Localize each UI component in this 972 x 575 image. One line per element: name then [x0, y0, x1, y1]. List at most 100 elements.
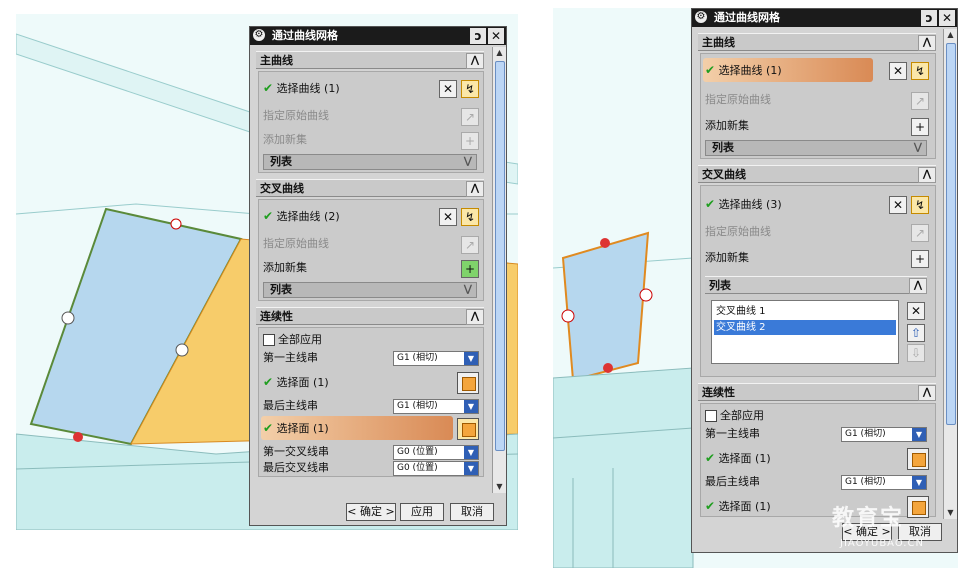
close-icon[interactable]: ✕	[939, 10, 955, 26]
last-cross-select[interactable]: G0 (位置) ▼	[393, 461, 479, 476]
dialog-scrollbar[interactable]: ▲ ▼	[943, 29, 957, 519]
apply-button[interactable]: 应用	[400, 503, 444, 521]
section-primary-curves[interactable]: 主曲线 ⋀	[256, 51, 484, 69]
primary-origin-row: 指定原始曲线	[705, 93, 771, 106]
scroll-up-icon[interactable]: ▲	[944, 29, 957, 41]
face-select-icon[interactable]	[457, 372, 479, 394]
remove-icon[interactable]: ✕	[907, 302, 925, 320]
deselect-icon[interactable]: ✕	[889, 62, 907, 80]
ok-button[interactable]: < 确定 >	[346, 503, 396, 521]
chevron-up-icon[interactable]: ⋀	[466, 53, 484, 69]
scroll-up-icon[interactable]: ▲	[493, 47, 506, 59]
reset-icon[interactable]: ↄ	[921, 10, 937, 26]
origin-curve-icon: ↗	[911, 92, 929, 110]
chevron-up-icon[interactable]: ⋀	[918, 385, 936, 401]
section-continuity[interactable]: 连续性 ⋀	[698, 383, 936, 401]
cross-select-label: 选择曲线 (2)	[276, 210, 340, 223]
list-item[interactable]: 交叉曲线 1	[714, 304, 896, 319]
add-set-icon[interactable]: +	[911, 118, 929, 136]
face-select-icon[interactable]	[907, 496, 929, 518]
gear-icon[interactable]: ⚙	[695, 11, 707, 23]
add-set-icon[interactable]: +	[911, 250, 929, 268]
primary-list-toggle[interactable]: 列表 ⋁	[263, 154, 477, 170]
move-up-icon[interactable]: ⇧	[907, 324, 925, 342]
scroll-down-icon[interactable]: ▼	[944, 507, 957, 519]
apply-all-checkbox[interactable]	[263, 334, 275, 346]
check-icon: ✔	[705, 499, 716, 513]
section-cross-curves[interactable]: 交叉曲线 ⋀	[698, 165, 936, 183]
apply-all-row[interactable]: 全部应用	[263, 330, 322, 350]
close-icon[interactable]: ✕	[488, 28, 504, 44]
deselect-icon[interactable]: ✕	[889, 196, 907, 214]
list-subheader[interactable]: 列表 ⋀	[705, 276, 927, 294]
list-label: 列表	[270, 155, 292, 168]
cross-select-row[interactable]: ✔ 选择曲线 (3)	[705, 194, 782, 214]
watermark-url: JIAOYUBAO.CN	[840, 538, 924, 549]
scroll-down-icon[interactable]: ▼	[493, 481, 506, 493]
apply-all-row[interactable]: 全部应用	[705, 406, 764, 426]
list-item[interactable]: 交叉曲线 2	[714, 320, 896, 335]
last-primary-select[interactable]: G1 (相切) ▼	[841, 475, 927, 490]
face-select-icon[interactable]	[457, 418, 479, 440]
dialog-scrollbar[interactable]: ▲ ▼	[492, 47, 506, 493]
primary-select-row[interactable]: ✔ 选择曲线 (1)	[705, 60, 782, 80]
chevron-down-icon[interactable]: ▼	[912, 428, 926, 441]
add-set-icon[interactable]: +	[461, 260, 479, 278]
select-face2-row[interactable]: ✔ 选择面 (1)	[705, 496, 771, 516]
chevron-down-icon[interactable]: ▼	[464, 400, 478, 413]
primary-list-toggle[interactable]: 列表 ⋁	[705, 140, 927, 156]
chevron-up-icon[interactable]: ⋀	[466, 181, 484, 197]
deselect-icon[interactable]: ✕	[439, 80, 457, 98]
deselect-icon[interactable]: ✕	[439, 208, 457, 226]
curve-select-icon[interactable]: ↯	[461, 208, 479, 226]
chevron-down-icon[interactable]: ▼	[912, 476, 926, 489]
cross-curve-list[interactable]: 交叉曲线 1 交叉曲线 2	[711, 300, 899, 364]
cross-list-toggle[interactable]: 列表 ⋁	[263, 282, 477, 298]
check-icon: ✔	[263, 375, 274, 389]
left-dialog: ⚙ 通过曲线网格 ↄ ✕ ▲ ▼ 主曲线 ⋀ ✔ 选择曲线 (1) ✕ ↯ 指定…	[249, 26, 507, 526]
section-title: 连续性	[702, 386, 735, 399]
last-primary-select[interactable]: G1 (相切) ▼	[393, 399, 479, 414]
select-face1-row[interactable]: ✔ 选择面 (1)	[705, 448, 771, 468]
curve-select-icon[interactable]: ↯	[911, 196, 929, 214]
combo-value: G0 (位置)	[397, 463, 438, 473]
scroll-thumb[interactable]	[495, 61, 505, 451]
last-cross-label: 最后交叉线串	[263, 461, 329, 474]
apply-all-checkbox[interactable]	[705, 410, 717, 422]
cross-origin-row: 指定原始曲线	[705, 225, 771, 238]
first-primary-label: 第一主线串	[263, 351, 318, 364]
dialog-title: 通过曲线网格	[272, 29, 338, 42]
gear-icon[interactable]: ⚙	[253, 29, 265, 41]
blue-surface[interactable]	[561, 231, 650, 382]
section-cross-curves[interactable]: 交叉曲线 ⋀	[256, 179, 484, 197]
cross-select-row[interactable]: ✔ 选择曲线 (2)	[263, 206, 340, 226]
primary-select-row[interactable]: ✔ 选择曲线 (1)	[263, 78, 340, 98]
chevron-up-icon[interactable]: ⋀	[909, 278, 927, 294]
chevron-up-icon[interactable]: ⋀	[918, 167, 936, 183]
primary-add-row: 添加新集	[705, 119, 749, 132]
scroll-thumb[interactable]	[946, 43, 956, 425]
first-cross-select[interactable]: G0 (位置) ▼	[393, 445, 479, 460]
section-primary-curves[interactable]: 主曲线 ⋀	[698, 33, 936, 51]
section-continuity[interactable]: 连续性 ⋀	[256, 307, 484, 325]
first-primary-select[interactable]: G1 (相切) ▼	[393, 351, 479, 366]
chevron-down-icon[interactable]: ▼	[464, 446, 478, 459]
face-select-icon[interactable]	[907, 448, 929, 470]
chevron-up-icon[interactable]: ⋀	[918, 35, 936, 51]
select-face1-row[interactable]: ✔ 选择面 (1)	[263, 372, 329, 392]
first-primary-select[interactable]: G1 (相切) ▼	[841, 427, 927, 442]
curve-select-icon[interactable]: ↯	[911, 62, 929, 80]
right-screenshot: ⚙ ⚙ 通过曲线网格 ↄ ✕ ▲ ▼ 主曲线 ⋀ ✔ 选择曲线 (1) ✕ ↯ …	[553, 8, 958, 568]
primary-add-row: 添加新集	[263, 133, 307, 146]
cancel-button[interactable]: 取消	[450, 503, 494, 521]
check-icon: ✔	[263, 209, 274, 223]
chevron-up-icon[interactable]: ⋀	[466, 309, 484, 325]
section-title: 主曲线	[260, 54, 293, 67]
select-face2-row[interactable]: ✔ 选择面 (1)	[263, 418, 329, 438]
select-face1-label: 选择面 (1)	[718, 452, 771, 465]
chevron-down-icon[interactable]: ▼	[464, 462, 478, 475]
combo-value: G0 (位置)	[397, 447, 438, 457]
chevron-down-icon[interactable]: ▼	[464, 352, 478, 365]
curve-select-icon[interactable]: ↯	[461, 80, 479, 98]
reset-icon[interactable]: ↄ	[470, 28, 486, 44]
